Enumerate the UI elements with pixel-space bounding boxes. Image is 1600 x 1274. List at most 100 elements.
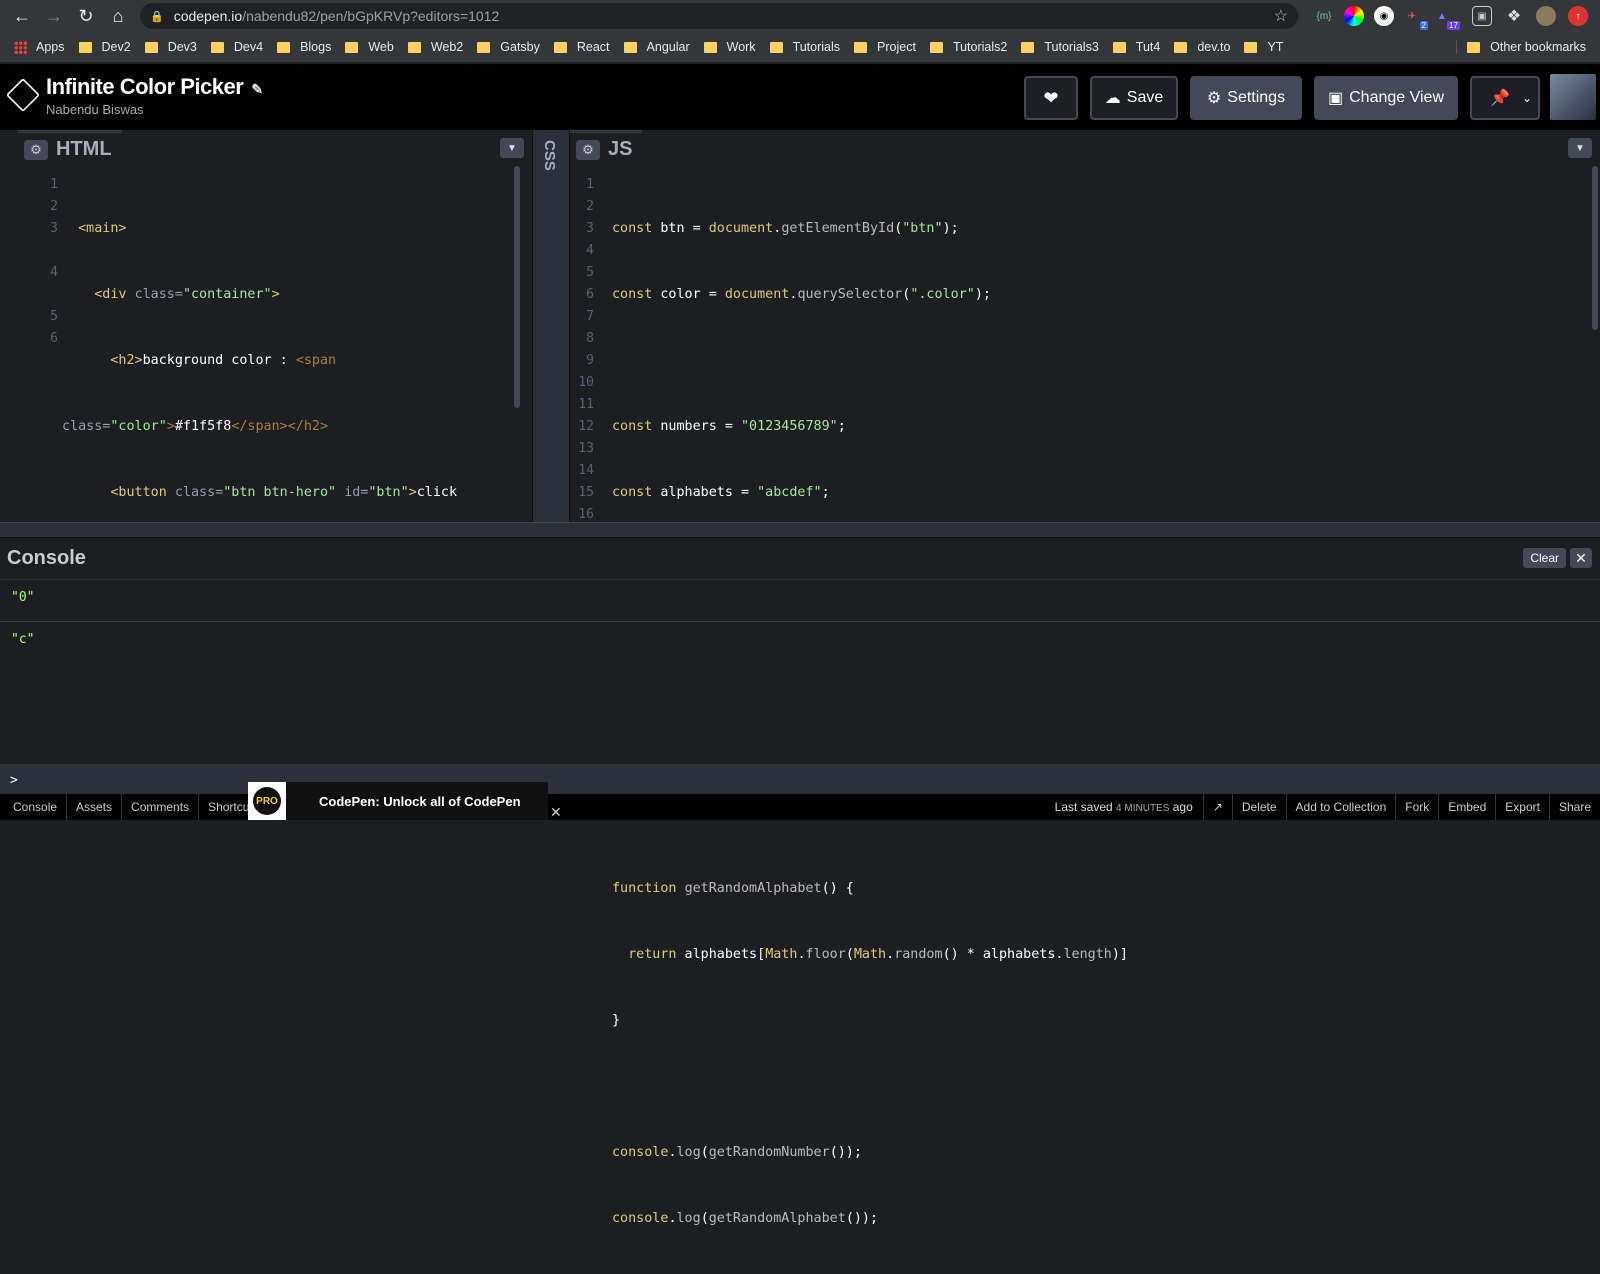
folder-icon (1244, 41, 1258, 53)
folder-icon (769, 41, 783, 53)
scrollbar[interactable] (1592, 166, 1598, 330)
bookmark-folder[interactable]: React (553, 40, 610, 54)
chevron-down-icon[interactable]: ▼ (500, 138, 524, 158)
bookmark-folder[interactable]: Blogs (277, 40, 331, 54)
codepen-header: Infinite Color Picker ✎ Nabendu Biswas ❤ … (0, 64, 1600, 130)
folder-icon (144, 41, 158, 53)
share-button[interactable]: Share (1550, 794, 1600, 820)
apps-icon (14, 40, 27, 54)
bookmark-folder[interactable]: dev.to (1174, 40, 1230, 54)
pin-button[interactable]: 📌 ⌄ (1470, 76, 1540, 120)
html-settings-gear-icon[interactable]: ⚙ (24, 139, 48, 160)
close-icon[interactable]: ✕ (1570, 548, 1592, 568)
settings-button[interactable]: ⚙ Settings (1190, 76, 1302, 120)
console-resize-handle[interactable] (0, 522, 1600, 538)
pen-title[interactable]: Infinite Color Picker ✎ (46, 74, 263, 100)
footer-actions: Last saved 4 MINUTES ago ↗ Delete Add to… (1045, 794, 1600, 820)
bookmark-folder[interactable]: Tutorials (769, 40, 840, 54)
puzzle-icon[interactable]: ❖ (1504, 6, 1524, 26)
bookmark-folder[interactable]: Project (854, 40, 916, 54)
bookmark-apps[interactable]: Apps (14, 40, 65, 54)
extension-icon[interactable]: {m} (1314, 6, 1334, 26)
color-wheel-icon[interactable] (1344, 6, 1364, 26)
bookmark-folder[interactable]: YT (1244, 40, 1283, 54)
console-header: Console Clear ✕ (0, 538, 1600, 580)
css-editor-collapsed[interactable]: CSS (532, 130, 570, 522)
close-icon[interactable]: ✕ (550, 804, 562, 821)
reload-icon[interactable]: ↻ (70, 0, 102, 32)
folder-icon (623, 41, 637, 53)
bookmark-folder[interactable]: Gatsby (477, 40, 540, 54)
js-settings-gear-icon[interactable]: ⚙ (576, 139, 600, 160)
love-button[interactable]: ❤ (1024, 76, 1078, 120)
home-icon[interactable]: ⌂ (102, 0, 134, 32)
folder-icon (477, 41, 491, 53)
delete-button[interactable]: Delete (1233, 794, 1287, 820)
extension-icon[interactable]: ✈ 2 (1402, 6, 1428, 30)
pro-promo-banner[interactable]: PRO CodePen: Unlock all of CodePen (248, 782, 548, 820)
fork-button[interactable]: Fork (1396, 794, 1440, 820)
html-editor: ⚙ HTML ▼ 1 2 3 4 5 6 <main> <div class="c… (0, 130, 532, 698)
lock-icon: 🔒 (150, 10, 164, 23)
url-host: codepen.io (173, 8, 243, 24)
embed-button[interactable]: Embed (1439, 794, 1497, 820)
html-code[interactable]: 1 2 3 4 5 6 <main> <div class="container… (18, 166, 532, 698)
external-link-icon[interactable]: ↗ (1202, 794, 1233, 820)
back-icon[interactable]: ← (6, 0, 38, 32)
add-to-collection-button[interactable]: Add to Collection (1287, 794, 1397, 820)
chevron-down-icon[interactable]: ▼ (1568, 138, 1592, 158)
last-saved-status: Last saved 4 MINUTES ago (1054, 800, 1193, 814)
console-input[interactable]: > (0, 764, 1600, 794)
bookmark-folder[interactable]: Dev2 (78, 40, 131, 54)
js-code[interactable]: 1 2 3 4 5 6 7 8 9 10 11 12 13 14 15 16 c… (570, 166, 1600, 1226)
folder-icon (407, 41, 421, 53)
folder-icon (277, 41, 291, 53)
bookmark-folder[interactable]: Angular (623, 40, 690, 54)
bookmark-folder[interactable]: Tutorials3 (1021, 40, 1099, 54)
bookmark-folder[interactable]: Tut4 (1112, 40, 1160, 54)
line-numbers: 1 2 3 4 5 6 7 8 9 10 11 12 13 14 15 16 (578, 177, 594, 522)
line-numbers: 1 2 3 4 5 6 (50, 177, 58, 346)
bookmark-star-icon[interactable]: ☆ (1274, 6, 1288, 26)
folder-icon (854, 41, 868, 53)
bookmark-folder[interactable]: Web2 (407, 40, 463, 54)
export-button[interactable]: Export (1496, 794, 1550, 820)
save-button[interactable]: ☁ Save (1090, 76, 1178, 120)
folder-icon (553, 41, 567, 53)
profile-avatar[interactable] (1536, 6, 1556, 26)
codepen-logo-icon[interactable] (6, 78, 40, 112)
console-log-entry: "0" (0, 580, 1600, 622)
forward-icon[interactable]: → (38, 0, 70, 32)
pro-badge-icon: PRO (248, 782, 286, 820)
extension-icon[interactable]: ◉ (1374, 6, 1394, 26)
html-editor-label: HTML (56, 138, 112, 160)
extension-badge: 17 (1447, 21, 1460, 30)
bookmark-folder[interactable]: Dev3 (144, 40, 197, 54)
other-bookmarks[interactable]: Other bookmarks (1456, 40, 1586, 54)
extension-icon[interactable]: ▲ 17 (1432, 6, 1460, 30)
address-bar[interactable]: 🔒 codepen.io/nabendu82/pen/bGpKRVp?edito… (140, 3, 1298, 29)
extension-icon[interactable]: ▣ (1472, 6, 1492, 26)
footer-assets-button[interactable]: Assets (67, 794, 123, 820)
gear-icon: ⚙ (1206, 90, 1222, 107)
footer-console-button[interactable]: Console (0, 794, 68, 820)
pin-icon: 📌 (1490, 90, 1510, 107)
bookmark-folder[interactable]: Web (345, 40, 394, 54)
user-avatar[interactable] (1550, 74, 1596, 120)
folder-icon (210, 41, 224, 53)
bookmark-folder[interactable]: Dev4 (210, 40, 263, 54)
pencil-icon[interactable]: ✎ (251, 81, 263, 97)
bookmark-folder[interactable]: Work (703, 40, 756, 54)
browser-toolbar: ← → ↻ ⌂ 🔒 codepen.io/nabendu82/pen/bGpKR… (0, 0, 1600, 32)
view-icon: ▣ (1327, 90, 1344, 107)
footer-comments-button[interactable]: Comments (122, 794, 200, 820)
pen-author[interactable]: Nabendu Biswas (46, 102, 144, 117)
html-editor-header: ⚙ HTML ▼ (0, 130, 532, 166)
change-view-button[interactable]: ▣ Change View (1314, 76, 1458, 120)
update-icon[interactable]: ↑ (1568, 6, 1588, 26)
footer-bar: Console Assets Comments Shortcuts Last s… (0, 794, 1600, 820)
scrollbar[interactable] (514, 166, 520, 408)
bookmark-folder[interactable]: Tutorials2 (929, 40, 1007, 54)
clear-console-button[interactable]: Clear (1523, 548, 1566, 568)
chevron-down-icon[interactable]: ⌄ (1522, 91, 1532, 105)
